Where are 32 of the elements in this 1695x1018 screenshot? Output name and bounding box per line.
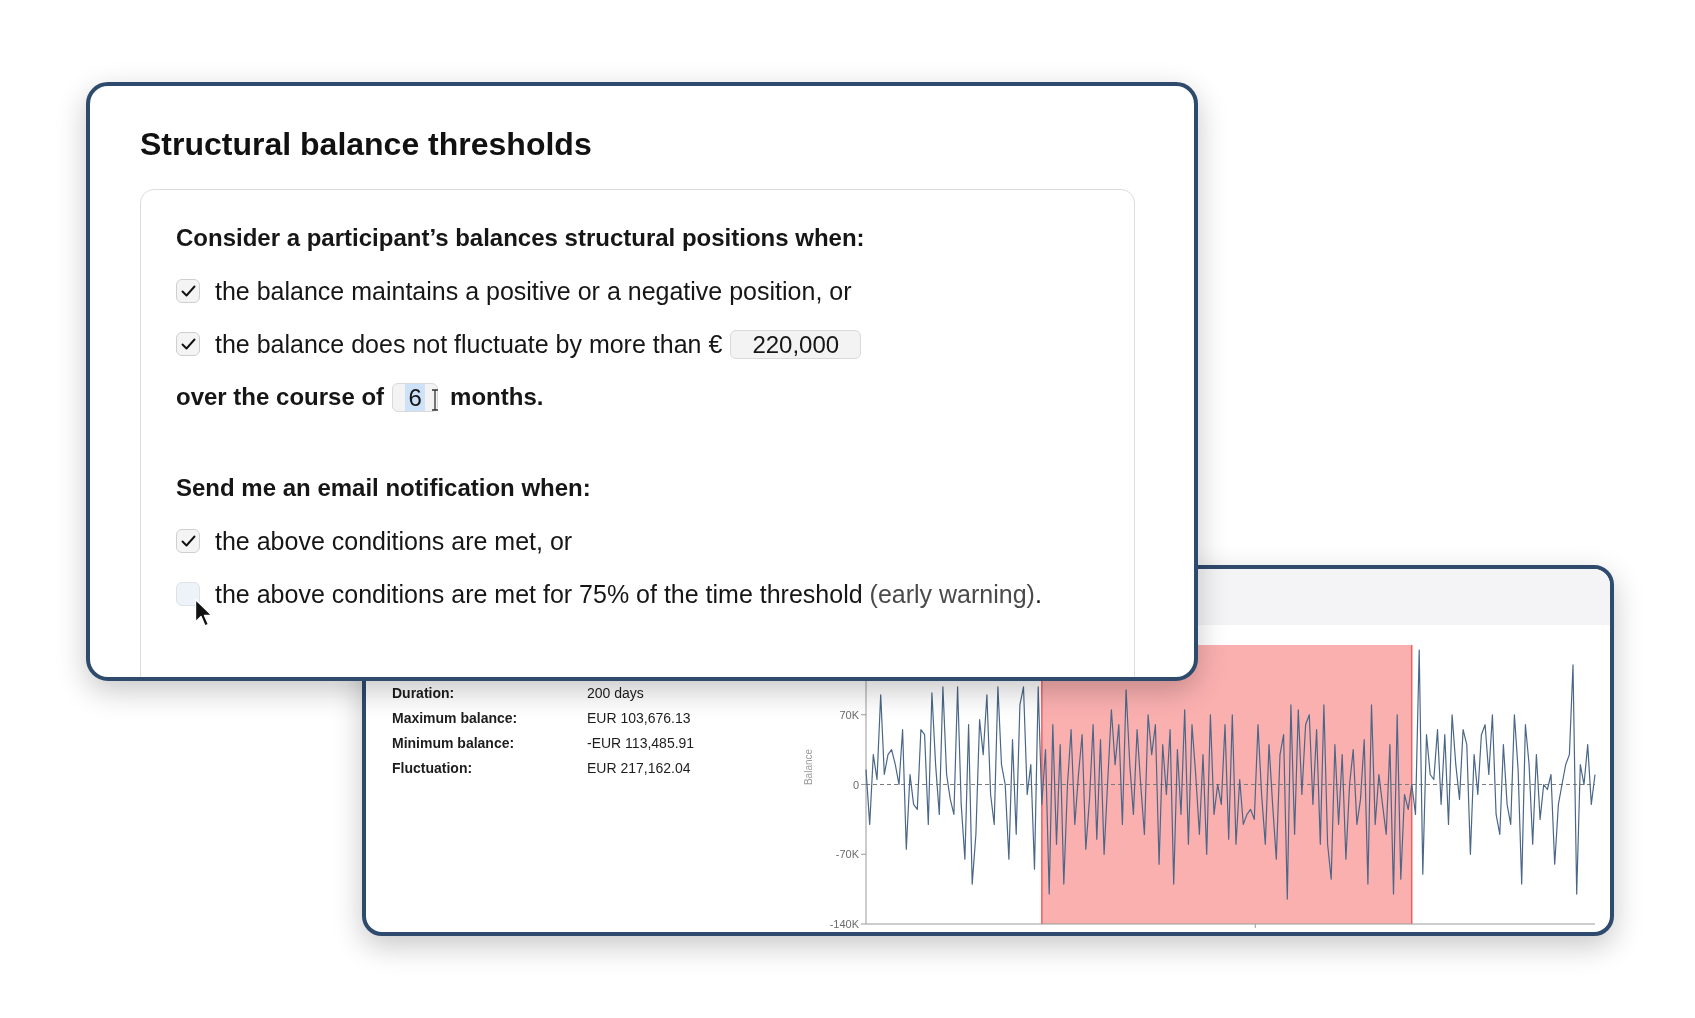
duration-unit: months. bbox=[450, 382, 544, 412]
stat-label: Duration: bbox=[392, 684, 456, 703]
check-icon bbox=[180, 535, 196, 547]
stat-label: Maximum balance: bbox=[392, 709, 519, 728]
stat-label: Minimum balance: bbox=[392, 734, 516, 753]
checkbox[interactable] bbox=[176, 279, 200, 303]
tick-label: 0 bbox=[852, 778, 859, 791]
checkbox[interactable] bbox=[176, 332, 200, 356]
option-label: the above conditions are met for 75% of the time threshold (early warning). bbox=[215, 579, 1042, 609]
checkbox[interactable] bbox=[176, 582, 200, 606]
stat-value: EUR 217,162.04 bbox=[587, 759, 691, 778]
tick-label: 70K bbox=[839, 708, 859, 721]
section-heading: Consider a participant’s balances structural positions when: bbox=[176, 223, 865, 253]
section-heading: Send me an email notification when: bbox=[176, 473, 591, 503]
option-label: the balance maintains a positive or a negative position, or bbox=[215, 276, 852, 306]
amount-field[interactable]: 220,000 bbox=[730, 329, 862, 359]
option-label: the balance does not fluctuate by more than € bbox=[215, 329, 723, 359]
option-label: the above conditions are met, or bbox=[215, 526, 573, 556]
check-icon bbox=[180, 338, 196, 350]
checkbox[interactable] bbox=[176, 529, 200, 553]
months-field[interactable]: 6 bbox=[392, 382, 439, 412]
stat-value: 200 days bbox=[587, 684, 644, 703]
stat-label: Fluctuation: bbox=[392, 759, 474, 778]
stat-value: EUR 103,676.13 bbox=[587, 709, 691, 728]
text-cursor-icon bbox=[431, 388, 440, 411]
axis-title: Balance bbox=[803, 748, 814, 786]
check-icon bbox=[180, 285, 196, 297]
tick-label: -140K bbox=[829, 918, 859, 928]
stat-value: -EUR 113,485.91 bbox=[587, 734, 695, 753]
card-title: Structural balance thresholds bbox=[140, 126, 592, 162]
duration-label: over the course of bbox=[176, 382, 385, 412]
tick-label: -70K bbox=[835, 848, 859, 861]
